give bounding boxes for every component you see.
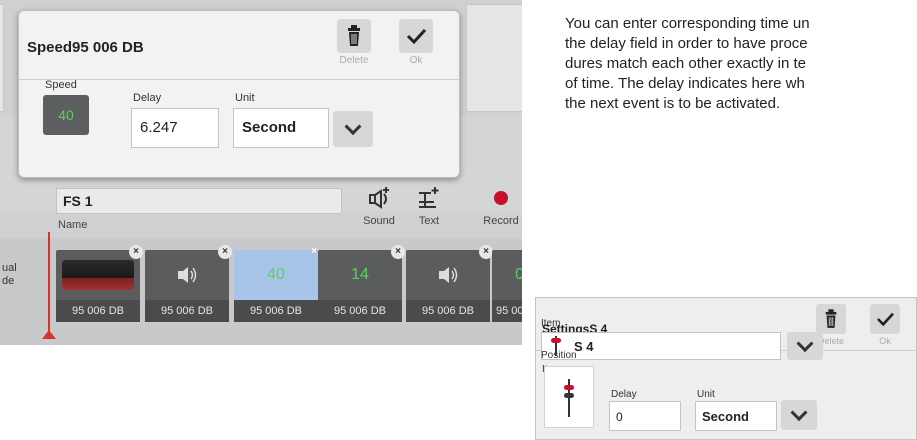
trash-icon — [337, 19, 371, 53]
name-label: Name — [58, 219, 88, 231]
sound-label: Sound — [363, 215, 395, 227]
card-speed-value: 14 — [351, 266, 369, 283]
card-caption: 95 006 DB — [406, 300, 490, 322]
timeline-card[interactable]: 40 95 006 DB × — [234, 246, 318, 322]
delete-button[interactable]: Delete — [337, 19, 371, 66]
ok-label: Ok — [879, 336, 891, 346]
speed-label: Speed — [45, 79, 77, 91]
item-select[interactable]: S 4 — [541, 332, 781, 360]
check-icon — [399, 19, 433, 53]
timeline-card[interactable]: 95 006 DB × — [56, 245, 143, 322]
header-divider — [19, 79, 459, 80]
unit-dropdown-button[interactable] — [333, 111, 373, 147]
locomotive-image — [56, 250, 140, 300]
timeline-side-label: ual de — [2, 262, 17, 287]
delete-label: Delete — [339, 55, 369, 66]
chevron-down-icon — [790, 404, 808, 422]
unit-label: Unit — [697, 389, 715, 400]
speed-popup: Speed95 006 DB Delete Ok Speed 40 Delay … — [18, 10, 460, 178]
grid-cell — [0, 4, 4, 112]
unit-select[interactable]: Second — [233, 108, 329, 148]
unit-select[interactable]: Second — [695, 401, 777, 431]
sound-icon — [406, 250, 490, 300]
timeline-card[interactable]: 95 006 DB × — [145, 245, 232, 322]
remove-icon[interactable]: × — [479, 245, 493, 259]
card-caption: 95 00 — [492, 300, 522, 322]
unit-label: Unit — [235, 92, 255, 104]
chevron-down-icon — [796, 335, 814, 353]
delay-input[interactable]: 0 — [609, 401, 681, 431]
remove-icon[interactable]: × — [391, 245, 405, 259]
ok-button[interactable]: Ok — [870, 304, 900, 346]
info-text: You can enter corresponding time un the … — [565, 15, 810, 112]
timeline-card[interactable]: 95 006 DB × — [406, 245, 493, 322]
ok-button[interactable]: Ok — [399, 19, 433, 66]
sound-icon — [145, 250, 229, 300]
item-label: Item — [541, 318, 561, 329]
card-caption: 95 006 DB — [56, 300, 140, 322]
card-speed-value: 0 — [515, 266, 522, 283]
ok-label: Ok — [409, 55, 423, 66]
delay-input[interactable]: 6.247 — [131, 108, 219, 148]
grid-cell — [466, 4, 522, 112]
record-icon — [478, 185, 522, 211]
position-button[interactable] — [544, 366, 594, 428]
speed-value[interactable]: 40 — [43, 95, 89, 135]
page: FS 1 Name Sound Text Record ual de 95 00… — [0, 0, 917, 440]
trash-icon — [816, 304, 846, 334]
name-input[interactable]: FS 1 — [56, 188, 342, 214]
timeline-cursor-arrow[interactable] — [42, 330, 56, 339]
remove-icon[interactable]: × — [218, 245, 232, 259]
check-icon — [870, 304, 900, 334]
card-caption: 95 006 DB — [145, 300, 229, 322]
delay-label: Delay — [133, 92, 162, 104]
unit-dropdown-button[interactable] — [781, 400, 817, 430]
delay-label: Delay — [611, 389, 637, 400]
sound-button[interactable]: Sound — [356, 185, 402, 227]
position-label: Position — [541, 350, 577, 361]
sound-add-icon — [356, 185, 402, 211]
timeline-card[interactable]: 14 95 006 DB × — [318, 245, 405, 322]
card-caption: 95 006 DB — [318, 300, 402, 322]
timeline-cursor[interactable] — [48, 232, 50, 332]
app-background: FS 1 Name Sound Text Record ual de 95 00… — [0, 0, 522, 345]
text-label: Text — [418, 215, 440, 227]
text-button[interactable]: Text — [406, 185, 452, 227]
record-button[interactable]: Record — [478, 185, 522, 227]
record-label: Record — [483, 215, 519, 227]
remove-icon[interactable]: × — [129, 245, 143, 259]
text-add-icon — [406, 185, 452, 211]
chevron-down-icon — [344, 118, 362, 136]
popup-title: Speed95 006 DB — [27, 39, 144, 56]
item-dropdown-button[interactable] — [787, 332, 823, 360]
card-caption: 95 006 DB — [234, 300, 318, 322]
signal-position-icon — [564, 379, 574, 417]
card-speed-value: 40 — [234, 250, 318, 300]
timeline-card[interactable]: 0 95 00 — [492, 250, 522, 322]
